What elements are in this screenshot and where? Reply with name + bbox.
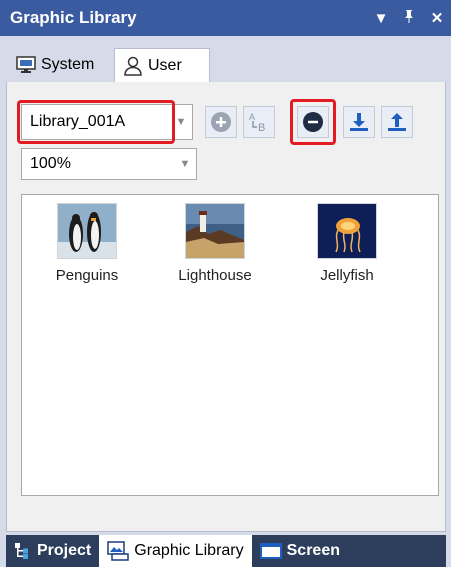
tab-strip: System User [6, 42, 446, 83]
bottom-tab-screen[interactable]: Screen [252, 535, 348, 567]
lighthouse-thumbnail [185, 203, 245, 259]
add-icon [211, 112, 231, 132]
gallery-item-label: Jellyfish [320, 267, 374, 284]
svg-text:A: A [249, 112, 255, 122]
gallery-item-penguins[interactable]: Penguins [42, 203, 132, 284]
bottom-tab-bar: Project Graphic Library Screen [6, 535, 446, 567]
remove-button-highlight [290, 99, 336, 145]
project-tree-icon [15, 543, 28, 559]
monitor-icon [16, 56, 36, 73]
import-icon [350, 113, 368, 131]
panel-title: Graphic Library [10, 8, 137, 27]
jellyfish-thumbnail [317, 203, 377, 259]
penguins-thumbnail [57, 203, 117, 259]
tab-user[interactable]: User [114, 48, 210, 83]
rename-library-button[interactable]: A B [243, 106, 275, 138]
graphic-gallery: Penguins Lighthouse Jellyfish [21, 194, 439, 496]
export-button[interactable] [381, 106, 413, 138]
user-library-content: Library_001A ▼ A B 100% ▼ Penguins Light… [6, 82, 446, 532]
import-button[interactable] [343, 106, 375, 138]
gallery-item-label: Lighthouse [178, 267, 252, 284]
dropdown-icon[interactable]: ▼ [367, 10, 395, 27]
bottom-tab-graphic-library[interactable]: Graphic Library [99, 535, 252, 567]
title-bar: Graphic Library ▼ ✕ [0, 0, 451, 36]
gallery-item-label: Penguins [55, 267, 119, 284]
bottom-tab-label: Screen [286, 542, 340, 559]
export-icon [388, 113, 406, 131]
bottom-tab-label: Graphic Library [134, 542, 244, 559]
tab-system[interactable]: System [10, 48, 110, 82]
graphic-library-icon [107, 541, 129, 561]
screen-icon [259, 543, 282, 559]
gallery-item-lighthouse[interactable]: Lighthouse [170, 203, 260, 284]
user-icon [124, 56, 142, 76]
tab-system-label: System [41, 56, 95, 73]
add-library-button[interactable] [205, 106, 237, 138]
close-icon[interactable]: ✕ [423, 9, 451, 27]
graphic-library-panel: Graphic Library ▼ ✕ System User Library_… [0, 0, 451, 567]
bottom-tab-project[interactable]: Project [6, 535, 99, 567]
gallery-item-jellyfish[interactable]: Jellyfish [302, 203, 392, 284]
svg-text:B: B [258, 122, 265, 134]
library-select-highlight [17, 100, 175, 144]
pin-icon[interactable] [395, 9, 423, 27]
zoom-select[interactable]: 100% ▼ [21, 148, 197, 180]
rename-icon: A B [249, 112, 265, 134]
tab-user-label: User [148, 57, 182, 74]
zoom-select-value: 100% [30, 155, 71, 172]
bottom-tab-label: Project [37, 542, 92, 559]
chevron-down-icon[interactable]: ▼ [174, 149, 196, 179]
